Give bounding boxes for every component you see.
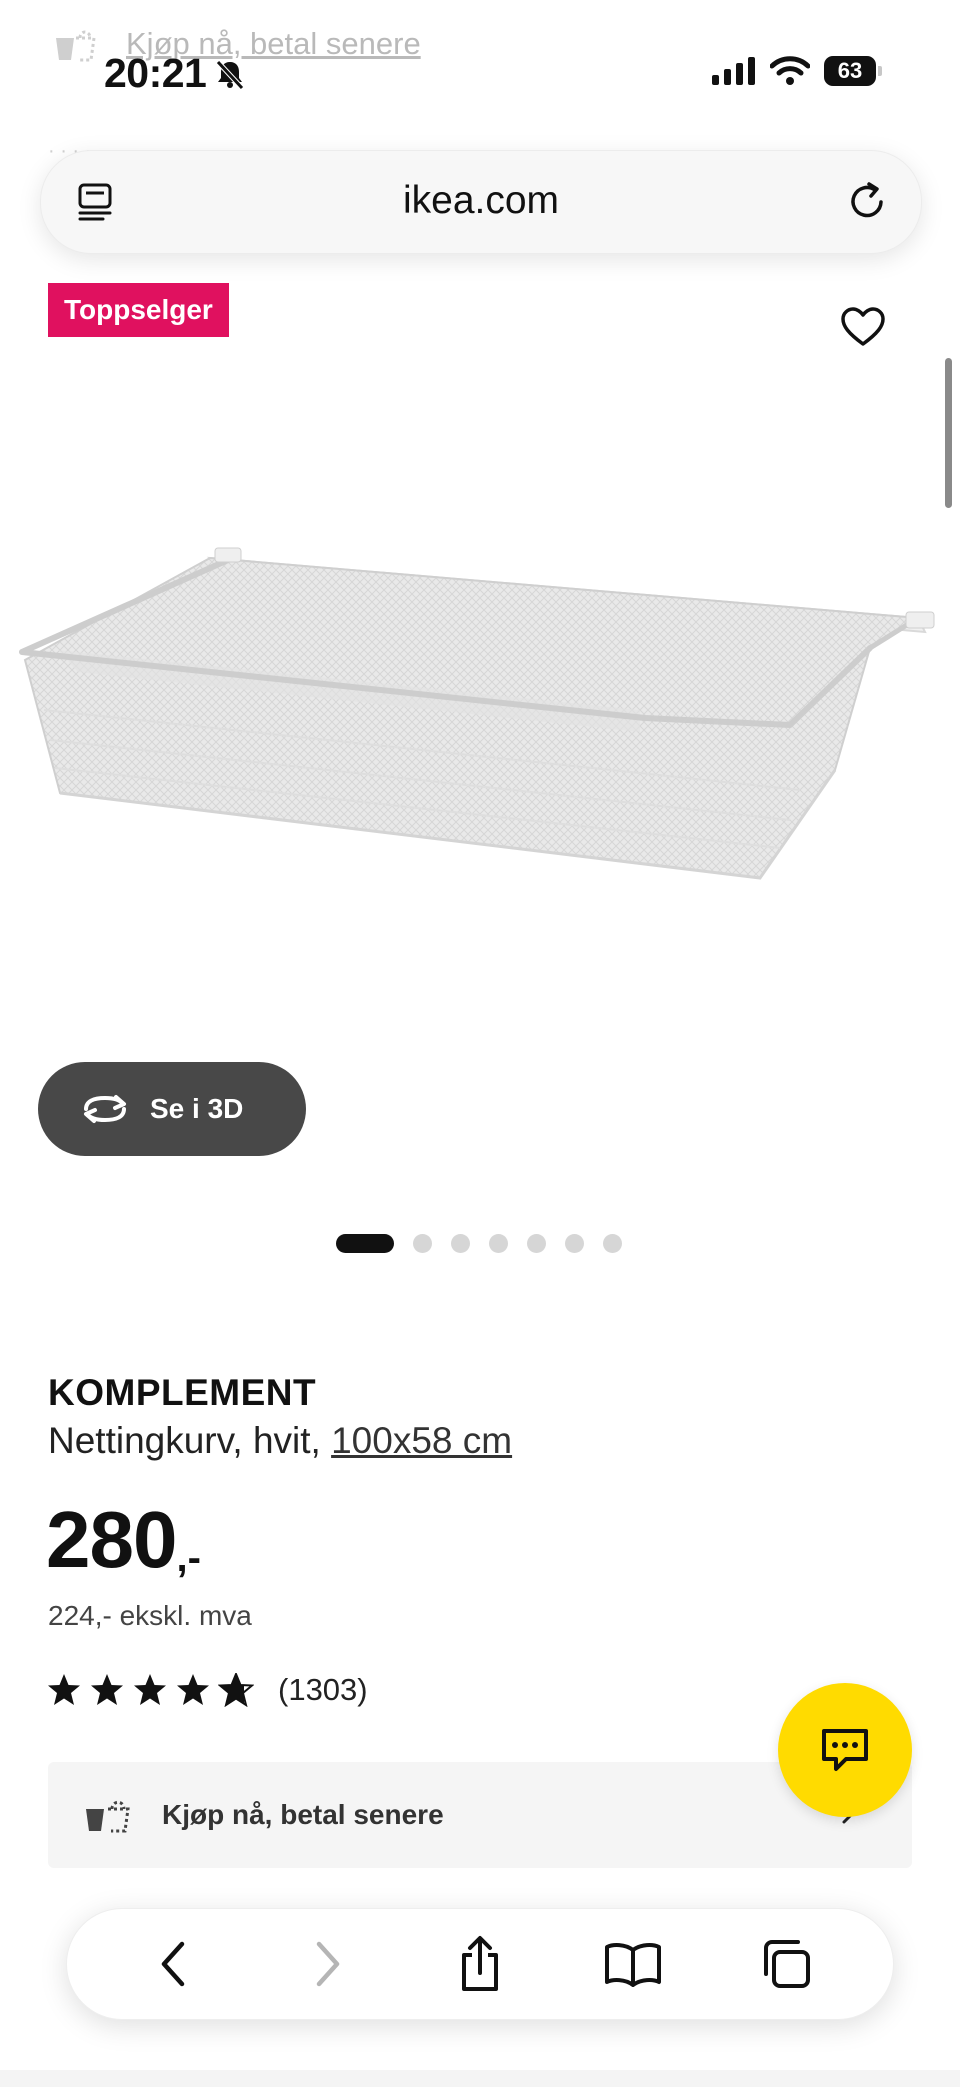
carousel-dot[interactable] [336,1234,394,1253]
product-description-text: Nettingkurv, hvit, [48,1420,321,1461]
tabs-icon[interactable] [746,1924,826,2004]
product-description: Nettingkurv, hvit, 100x58 cm [48,1420,512,1462]
chevron-left-icon[interactable] [134,1924,214,2004]
product-size-link[interactable]: 100x58 cm [331,1420,512,1461]
chat-icon [822,1729,868,1771]
battery-indicator: 63 [824,56,882,86]
bell-muted-icon [216,59,245,90]
cellular-signal-icon [712,57,755,85]
carousel-dot[interactable] [413,1234,432,1253]
product-price: 280 ,- [46,1500,201,1581]
topseller-badge: Toppselger [48,283,229,337]
star-icon [134,1674,166,1705]
scroll-indicator[interactable] [945,358,952,508]
rating-stars [46,1673,254,1707]
star-icon [48,1674,80,1705]
carousel-dot[interactable] [451,1234,470,1253]
rating-count: (1303) [278,1672,368,1707]
carousel-dot[interactable] [527,1234,546,1253]
carousel-dot[interactable] [565,1234,584,1253]
address-bar[interactable]: ikea.com [40,150,922,254]
wifi-icon [770,56,810,85]
reload-icon[interactable] [845,178,891,229]
price-amount: 280 [46,1495,177,1584]
browser-toolbar [66,1908,894,2020]
price-ex-vat: 224,- ekskl. mva [48,1600,252,1631]
chat-button[interactable] [778,1683,912,1817]
battery-level: 63 [837,58,863,83]
product-name: KOMPLEMENT [48,1372,317,1413]
rotate-3d-icon [84,1095,126,1123]
bnpl-label: Kjøp nå, betal senere [162,1799,444,1830]
star-half-icon [218,1673,254,1707]
bag-dashed-icon [86,1800,130,1833]
chevron-right-icon[interactable] [287,1924,367,2004]
view-3d-label: Se i 3D [150,1093,244,1124]
star-icon [91,1674,123,1705]
home-indicator-area [0,2070,960,2087]
bnpl-card[interactable]: Kjøp nå, betal senere [48,1762,912,1868]
status-time: 20:21 [104,50,246,97]
heart-icon[interactable] [840,306,886,353]
carousel-dot[interactable] [489,1234,508,1253]
product-image[interactable] [0,350,960,1060]
view-3d-button[interactable]: Se i 3D [38,1062,306,1156]
book-icon[interactable] [593,1924,673,2004]
product-rating[interactable]: (1303) [46,1672,368,1708]
status-time-text: 20:21 [104,50,207,96]
star-icon [177,1674,209,1705]
price-suffix: ,- [176,1536,201,1580]
carousel-dots[interactable] [336,1234,622,1253]
share-icon[interactable] [440,1924,520,2004]
status-indicators: 63 [712,56,882,86]
carousel-dot[interactable] [603,1234,622,1253]
bag-dashed-icon [56,30,96,62]
url-text[interactable]: ikea.com [41,179,921,223]
